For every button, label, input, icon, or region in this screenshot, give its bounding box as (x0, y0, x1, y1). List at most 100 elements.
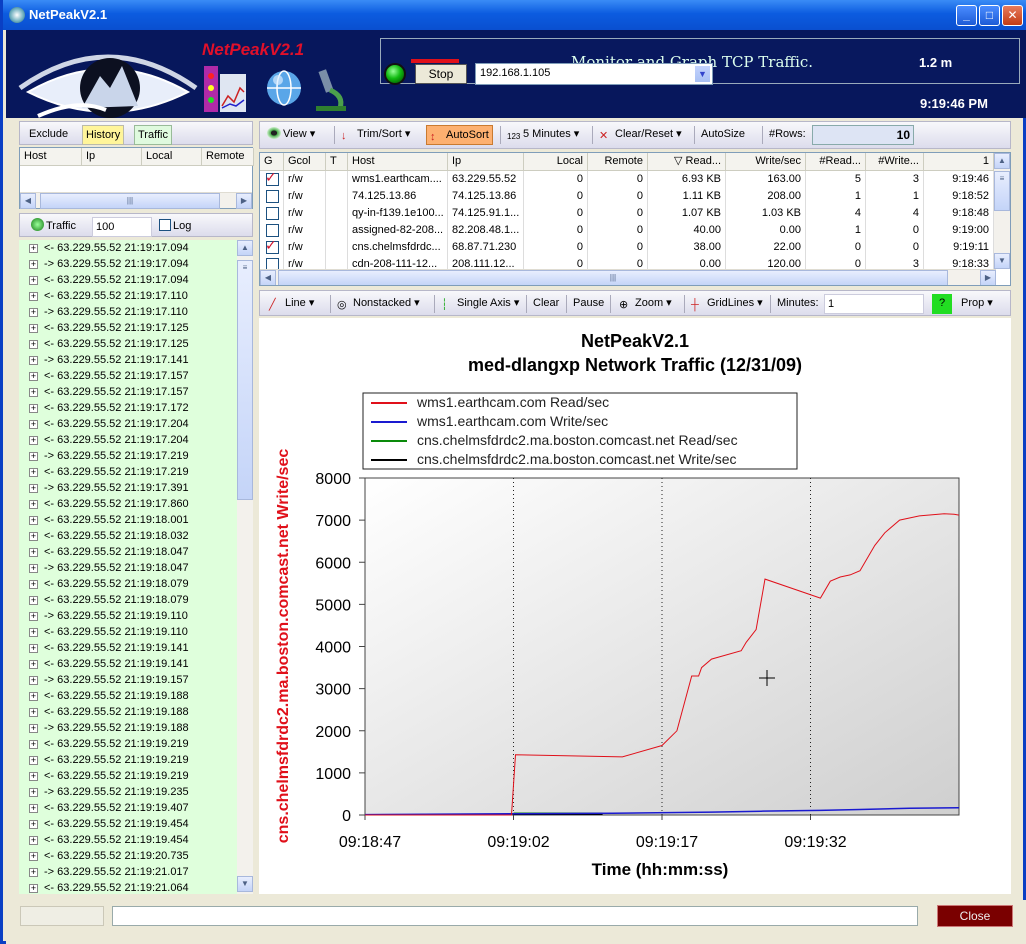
expand-icon[interactable]: + (29, 756, 38, 765)
traffic-tree-item[interactable]: + -> 63.229.55.52 21:19:21.017 (19, 864, 189, 880)
traffic-tree-item[interactable]: + <- 63.229.55.52 21:19:19.141 (19, 656, 189, 672)
checkbox-box[interactable] (266, 190, 279, 203)
graph-checkbox[interactable] (260, 188, 284, 205)
expand-icon[interactable]: + (29, 804, 38, 813)
traffic-chart[interactable]: NetPeakV2.1 med-dlangxp Network Traffic (… (259, 318, 1011, 894)
expand-icon[interactable]: + (29, 772, 38, 781)
expand-icon[interactable]: + (29, 356, 38, 365)
expand-icon[interactable]: + (29, 628, 38, 637)
expand-icon[interactable]: + (29, 724, 38, 733)
traffic-toggle[interactable]: Traffic (28, 217, 79, 237)
expand-icon[interactable]: + (29, 420, 38, 429)
help-button[interactable]: ? (932, 294, 952, 314)
traffic-tree-item[interactable]: + <- 63.229.55.52 21:19:17.860 (19, 496, 189, 512)
scroll-up-icon[interactable]: ▲ (994, 153, 1010, 169)
expand-icon[interactable]: + (29, 564, 38, 573)
table-row[interactable]: ✓ r/w wms1.earthcam.... 63.229.55.52 0 0 6.93 … (260, 171, 994, 188)
expand-icon[interactable]: + (29, 324, 38, 333)
zoom-menu[interactable]: ⊕ Zoom ▾ (616, 294, 675, 314)
traffic-tree-item[interactable]: + <- 63.229.55.52 21:19:19.188 (19, 704, 189, 720)
nonstacked-menu[interactable]: ◎ Nonstacked ▾ (334, 294, 423, 314)
checkbox-box[interactable] (266, 207, 279, 220)
maximize-button[interactable]: □ (979, 5, 1000, 26)
table-column-header[interactable]: #Read... (806, 153, 866, 171)
expand-icon[interactable]: + (29, 372, 38, 381)
table-column-header[interactable]: T (326, 153, 348, 171)
clear-reset-menu[interactable]: ✕ Clear/Reset ▾ (596, 125, 685, 145)
expand-icon[interactable]: + (29, 532, 38, 541)
table-column-header[interactable]: Write/sec (726, 153, 806, 171)
traffic-tree-item[interactable]: + -> 63.229.55.52 21:19:17.110 (19, 304, 188, 320)
traffic-tree-item[interactable]: + <- 63.229.55.52 21:19:17.094 (19, 272, 189, 288)
traffic-tree-item[interactable]: + <- 63.229.55.52 21:19:17.157 (19, 368, 189, 384)
table-row[interactable]: ✓ r/w cns.chelmsfdrdc... 68.87.71.230 0 0 38.0… (260, 239, 994, 256)
scroll-down-icon[interactable]: ▼ (237, 876, 253, 892)
graph-checkbox[interactable] (260, 222, 284, 239)
traffic-tree-item[interactable]: + -> 63.229.55.52 21:19:19.157 (19, 672, 189, 688)
expand-icon[interactable]: + (29, 580, 38, 589)
gridlines-menu[interactable]: ┼ GridLines ▾ (688, 294, 766, 314)
traffic-tree-item[interactable]: + <- 63.229.55.52 21:19:19.188 (19, 688, 189, 704)
column-local[interactable]: Local (142, 148, 202, 166)
table-row[interactable]: r/w assigned-82-208... 82.208.48.1... 0 0 40.… (260, 222, 994, 239)
traffic-tree-item[interactable]: + <- 63.229.55.52 21:19:17.204 (19, 416, 189, 432)
minutes-input[interactable]: 1 (824, 294, 924, 314)
expand-icon[interactable]: + (29, 308, 38, 317)
column-remote[interactable]: Remote (202, 148, 254, 166)
expand-icon[interactable]: + (29, 340, 38, 349)
pause-button[interactable]: Pause (570, 294, 607, 314)
stop-button[interactable]: Stop (415, 64, 467, 84)
traffic-tree-item[interactable]: + <- 63.229.55.52 21:19:19.219 (19, 768, 189, 784)
table-column-header[interactable]: 1 (924, 153, 994, 171)
table-row[interactable]: r/w 74.125.13.86 74.125.13.86 0 0 1.11 KB 208.… (260, 188, 994, 205)
scroll-left-icon[interactable]: ◀ (260, 270, 276, 285)
expand-icon[interactable]: + (29, 836, 38, 845)
prop-menu[interactable]: Prop ▾ (958, 294, 996, 314)
traffic-tree-item[interactable]: + <- 63.229.55.52 21:19:17.125 (19, 320, 189, 336)
table-column-header[interactable]: Local (524, 153, 588, 171)
tab-traffic[interactable]: Traffic (134, 125, 172, 145)
table-row[interactable]: r/w qy-in-f139.1e100... 74.125.91.1... 0 0 1.… (260, 205, 994, 222)
traffic-tree-item[interactable]: + <- 63.229.55.52 21:19:17.172 (19, 400, 189, 416)
view-menu[interactable]: View ▾ (264, 125, 318, 145)
traffic-tree-item[interactable]: + <- 63.229.55.52 21:19:20.735 (19, 848, 189, 864)
tree-vscrollbar[interactable]: ▲ ≡ ▼ (237, 240, 253, 894)
traffic-tree-item[interactable]: + <- 63.229.55.52 21:19:18.079 (19, 576, 189, 592)
table-vscrollbar[interactable]: ▲ ≡ ▼ (994, 153, 1010, 269)
clear-button[interactable]: Clear (530, 294, 562, 314)
scroll-thumb[interactable]: ||| (40, 193, 220, 209)
graph-checkbox[interactable] (260, 205, 284, 222)
history-hscrollbar[interactable]: ◀ ||| ▶ (20, 192, 252, 209)
single-axis-menu[interactable]: ┆ Single Axis ▾ (438, 294, 522, 314)
expand-icon[interactable]: + (29, 852, 38, 861)
traffic-tree-item[interactable]: + <- 63.229.55.52 21:19:18.001 (19, 512, 189, 528)
traffic-tree-item[interactable]: + -> 63.229.55.52 21:19:17.219 (19, 448, 189, 464)
expand-icon[interactable]: + (29, 820, 38, 829)
traffic-tree-item[interactable]: + <- 63.229.55.52 21:19:19.219 (19, 752, 189, 768)
traffic-tree-item[interactable]: + <- 63.229.55.52 21:19:17.204 (19, 432, 189, 448)
expand-icon[interactable]: + (29, 676, 38, 685)
tab-exclude[interactable]: Exclude (26, 125, 71, 145)
checkbox-box[interactable] (266, 224, 279, 237)
expand-icon[interactable]: + (29, 436, 38, 445)
line-menu[interactable]: ╱ Line ▾ (266, 294, 317, 314)
expand-icon[interactable]: + (29, 260, 38, 269)
trim-sort-menu[interactable]: ↓ Trim/Sort ▾ (338, 125, 413, 145)
expand-icon[interactable]: + (29, 596, 38, 605)
expand-icon[interactable]: + (29, 292, 38, 301)
log-checkbox-box[interactable] (159, 219, 171, 231)
expand-icon[interactable]: + (29, 612, 38, 621)
traffic-tree-item[interactable]: + <- 63.229.55.52 21:19:17.157 (19, 384, 189, 400)
table-column-header[interactable]: #Write... (866, 153, 924, 171)
expand-icon[interactable]: + (29, 548, 38, 557)
expand-icon[interactable]: + (29, 708, 38, 717)
traffic-tree-item[interactable]: + <- 63.229.55.52 21:19:17.110 (19, 288, 188, 304)
graph-checkbox[interactable]: ✓ (260, 171, 284, 188)
traffic-tree-item[interactable]: + <- 63.229.55.52 21:19:19.219 (19, 736, 189, 752)
expand-icon[interactable]: + (29, 868, 38, 877)
table-column-header[interactable]: Ip (448, 153, 524, 171)
scroll-left-icon[interactable]: ◀ (20, 193, 36, 209)
traffic-tree-item[interactable]: + -> 63.229.55.52 21:19:17.391 (19, 480, 189, 496)
scroll-right-icon[interactable]: ▶ (980, 270, 996, 285)
scroll-down-icon[interactable]: ▼ (994, 253, 1010, 269)
